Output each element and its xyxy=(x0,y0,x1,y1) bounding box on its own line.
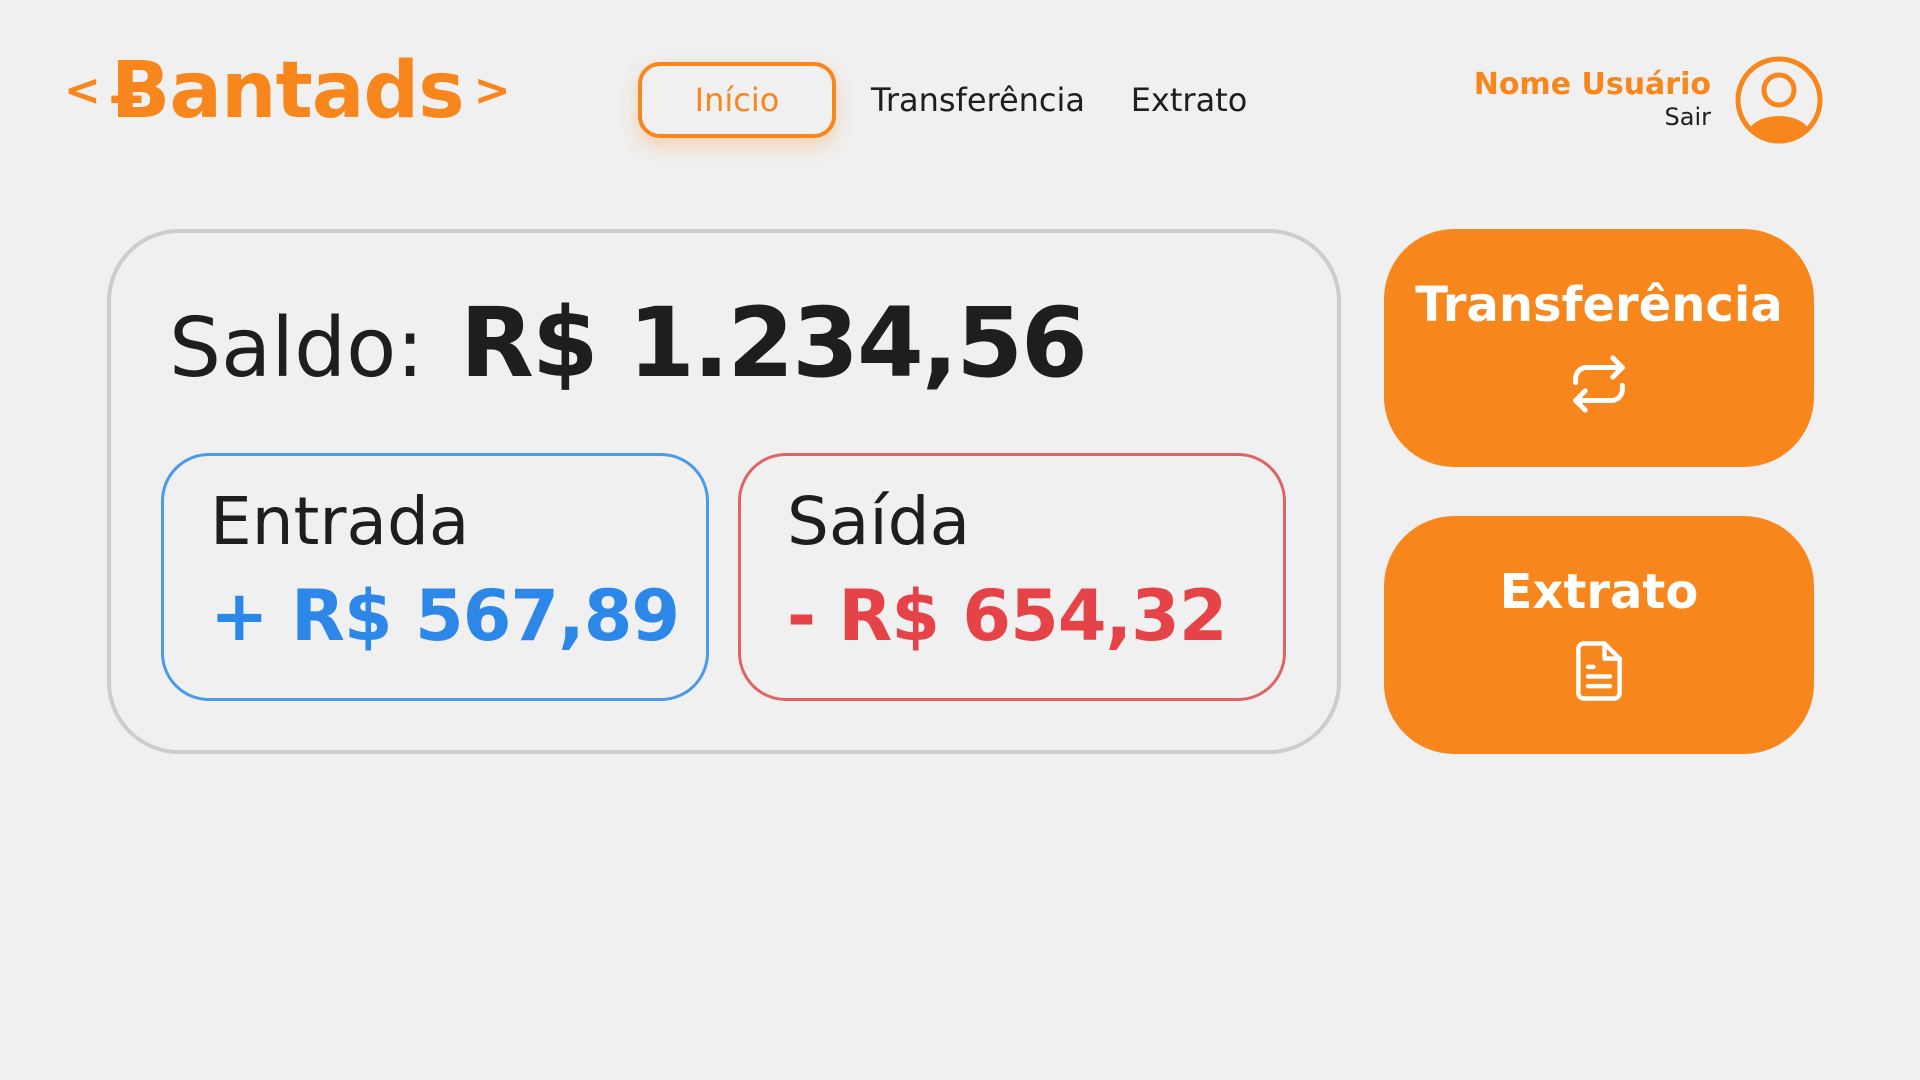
expense-value: - R$ 654,32 xyxy=(787,575,1228,657)
income-value: + R$ 567,89 xyxy=(210,575,680,657)
main-nav: Início Transferência Extrato xyxy=(638,62,1250,138)
user-circle-icon[interactable] xyxy=(1735,56,1823,144)
user-name: Nome Usuário xyxy=(1473,67,1711,103)
logout-link[interactable]: Sair xyxy=(1474,103,1711,132)
transfer-button[interactable]: Transferência xyxy=(1384,229,1814,467)
swap-arrows-icon xyxy=(1573,355,1625,413)
expense-title: Saída xyxy=(787,483,971,560)
income-card: Entrada + R$ 567,89 xyxy=(161,453,709,701)
income-title: Entrada xyxy=(210,483,470,560)
balance-value: R$ 1.234,56 xyxy=(459,287,1088,399)
logo-wordmark: Ƀantads xyxy=(110,46,465,136)
transfer-button-label: Transferência xyxy=(1415,277,1783,333)
nav-inicio[interactable]: Início xyxy=(638,62,836,138)
balance-card: Saldo: R$ 1.234,56 Entrada + R$ 567,89 S… xyxy=(107,229,1341,754)
logo-close-bracket: > xyxy=(473,65,511,116)
statement-button[interactable]: Extrato xyxy=(1384,516,1814,754)
expense-card: Saída - R$ 654,32 xyxy=(738,453,1286,701)
brand-logo[interactable]: < Ƀantads > xyxy=(64,52,511,130)
document-icon xyxy=(1576,641,1622,701)
dashboard-page: < Ƀantads > Início Transferência Extrato… xyxy=(0,0,1920,1080)
logo-open-bracket: < xyxy=(64,65,101,116)
nav-extrato[interactable]: Extrato xyxy=(1128,62,1250,138)
user-menu: Nome Usuário Sair xyxy=(1474,56,1823,144)
balance-row: Saldo: R$ 1.234,56 xyxy=(169,287,1088,399)
user-text: Nome Usuário Sair xyxy=(1474,68,1711,131)
nav-transferencia[interactable]: Transferência xyxy=(871,62,1085,138)
balance-label: Saldo: xyxy=(169,301,424,396)
statement-button-label: Extrato xyxy=(1499,564,1699,620)
